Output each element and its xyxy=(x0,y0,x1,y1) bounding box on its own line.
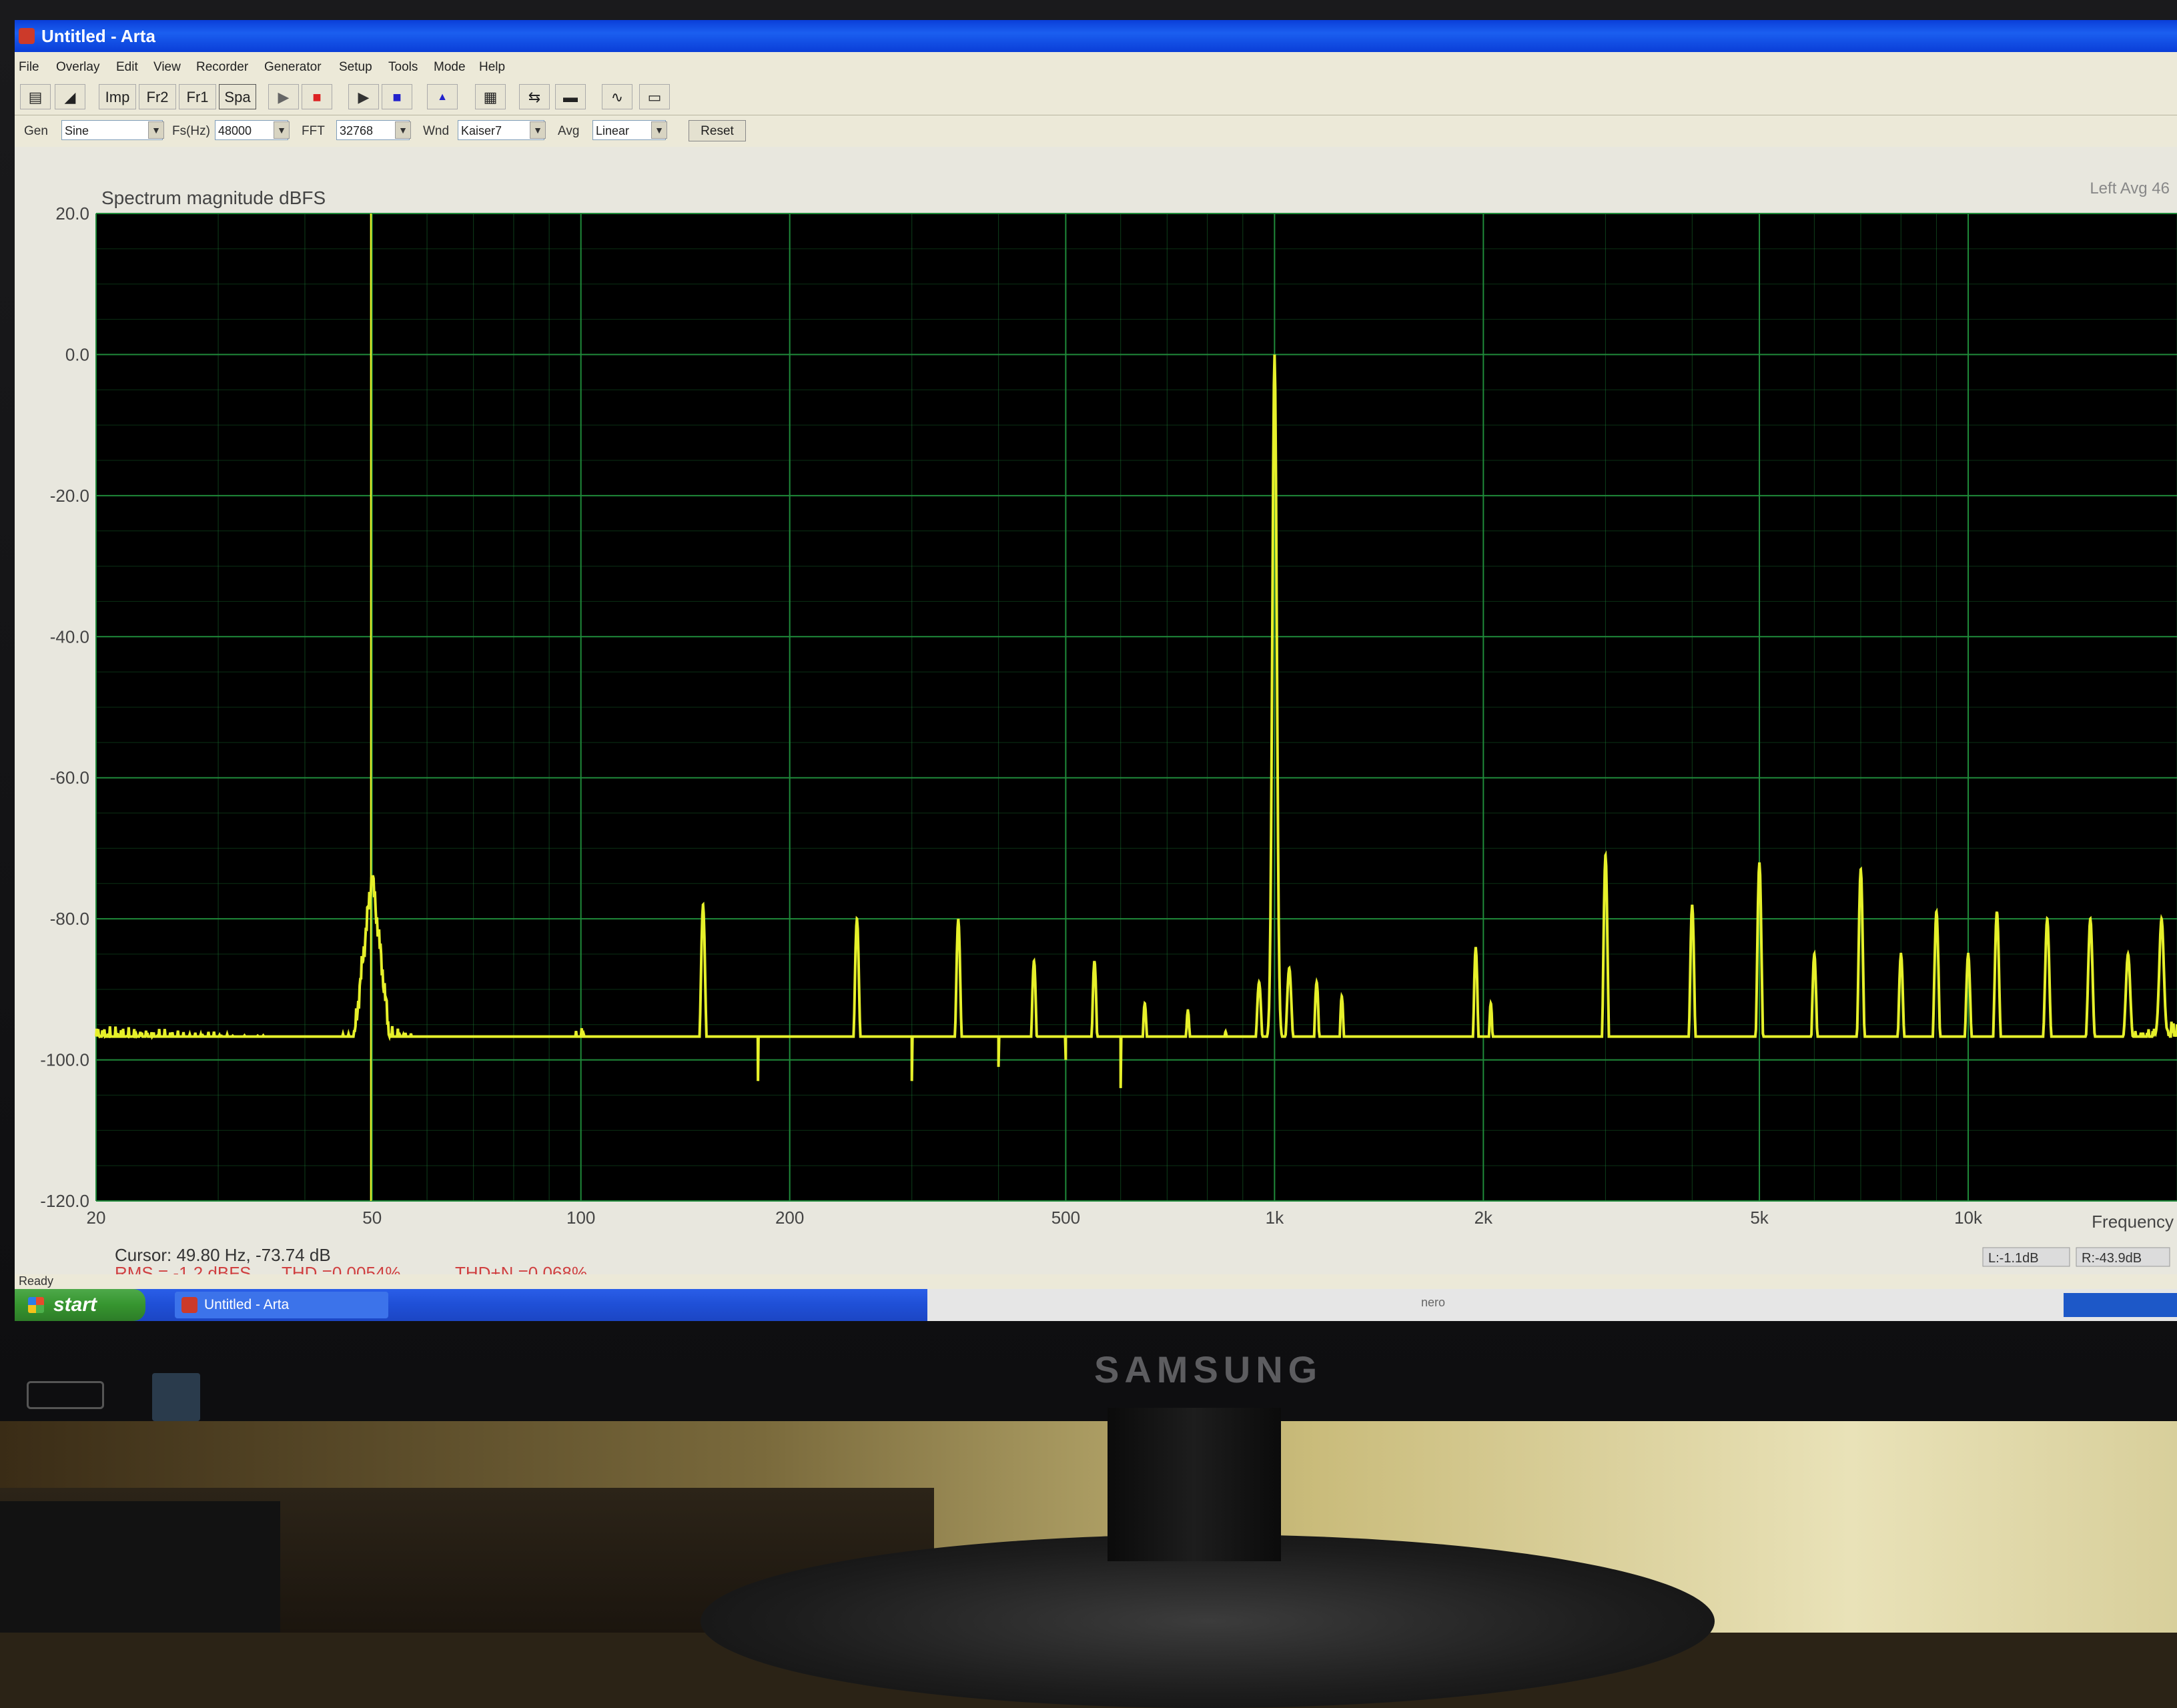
energy-star-icon xyxy=(152,1373,200,1421)
y-tick-label: -80.0 xyxy=(50,909,89,929)
imp-button[interactable]: Imp xyxy=(99,84,136,109)
x-tick-label: 2k xyxy=(1474,1208,1493,1228)
right-level-label: R:-43.9dB xyxy=(2082,1251,2142,1266)
menu-file[interactable]: File xyxy=(19,60,39,75)
thdn-readout: THD+N =0.068% xyxy=(455,1263,587,1274)
x-tick-label: 10k xyxy=(1954,1208,1983,1228)
x-tick-label: 1k xyxy=(1266,1208,1284,1228)
x-axis-label: Frequency xyxy=(2092,1212,2174,1232)
start-button[interactable]: start xyxy=(15,1289,145,1321)
x-tick-label: 100 xyxy=(566,1208,595,1228)
fs-label: Fs(Hz) xyxy=(172,124,210,138)
x-tick-label: 5k xyxy=(1750,1208,1769,1228)
menu-setup[interactable]: Setup xyxy=(339,60,372,75)
menu-tools[interactable]: Tools xyxy=(388,60,418,75)
y-tick-label: 0.0 xyxy=(65,344,89,364)
channel-avg-label: Left Avg 46 xyxy=(2090,179,2170,197)
gen-label: Gen xyxy=(24,124,48,138)
x-tick-label: 500 xyxy=(1051,1208,1080,1228)
stop-icon[interactable]: ■ xyxy=(382,84,412,109)
chevron-down-icon[interactable]: ▼ xyxy=(651,121,667,139)
power-icon[interactable] xyxy=(27,1381,104,1409)
reset-button[interactable]: Reset xyxy=(689,120,746,141)
arta-app-icon xyxy=(19,28,35,44)
y-tick-label: -60.0 xyxy=(50,768,89,788)
spa-button[interactable]: Spa xyxy=(219,84,256,109)
menu-mode[interactable]: Mode xyxy=(434,60,466,75)
scope-icon[interactable]: ∿ xyxy=(602,84,632,109)
spectrum-chart[interactable]: 20 50 100 200 500 1k 2k 5k 10k 20.0 0.0 -20.0 -40.0-… xyxy=(15,147,2177,1274)
spectrum-plot[interactable]: 20 50 100 200 500 1k 2k 5k 10k20.00.0-20.0-40.0-… xyxy=(15,147,2177,1274)
chevron-down-icon[interactable]: ▼ xyxy=(530,121,546,139)
window-title: Untitled - Arta xyxy=(41,26,155,46)
system-tray[interactable] xyxy=(2064,1293,2177,1317)
title-bar[interactable]: Untitled - Arta xyxy=(15,20,2177,52)
save-icon[interactable]: ◢ xyxy=(55,84,85,109)
bar-icon[interactable]: ▬ xyxy=(555,84,586,109)
taskbar-item-label: Untitled - Arta xyxy=(204,1297,290,1312)
avg-label: Avg xyxy=(558,124,580,138)
rms-readout: RMS = -1.2 dBFS xyxy=(115,1263,251,1274)
status-text: Ready xyxy=(19,1274,54,1288)
y-tick-label: -40.0 xyxy=(50,626,89,647)
y-tick-label: -20.0 xyxy=(50,486,89,506)
thd-readout: THD =0.0054% xyxy=(282,1263,400,1274)
menu-edit[interactable]: Edit xyxy=(116,60,138,75)
menu-generator[interactable]: Generator xyxy=(264,60,322,75)
taskbar-item-arta[interactable]: Untitled - Arta xyxy=(175,1292,388,1318)
monitor-brand: SAMSUNG xyxy=(1094,1348,1323,1390)
status-bar: Ready xyxy=(15,1274,2177,1289)
taskbar: start Untitled - Arta nero xyxy=(15,1289,2177,1321)
abc-icon[interactable]: ▲ xyxy=(427,84,458,109)
parameters-bar: Gen Sine ▼ Fs(Hz) 48000 ▼ FFT 32768 ▼ Wn… xyxy=(15,115,2177,145)
fr1-button[interactable]: Fr1 xyxy=(179,84,216,109)
open-icon[interactable]: ▤ xyxy=(20,84,51,109)
x-tick-label: 200 xyxy=(775,1208,804,1228)
taskbar-tray-area: nero xyxy=(927,1289,2177,1321)
left-level-label: L:-1.1dB xyxy=(1988,1251,2039,1266)
nero-tray-label[interactable]: nero xyxy=(1421,1296,1445,1310)
cursor-readout: Cursor: 49.80 Hz, -73.74 dB xyxy=(115,1245,331,1265)
menu-bar: File Overlay Edit View Recorder Generato… xyxy=(15,55,2177,79)
toolbar: ▤ ◢ Imp Fr2 Fr1 Spa ▶ ■ ▶ ■ ▲ ▦ ⇆ ▬ ∿ ▭ xyxy=(15,80,2177,115)
y-tick-label: -100.0 xyxy=(40,1050,89,1070)
start-label: start xyxy=(53,1294,97,1316)
stop-icon[interactable]: ■ xyxy=(302,84,332,109)
menu-recorder[interactable]: Recorder xyxy=(196,60,248,75)
grid-icon[interactable]: ▦ xyxy=(475,84,506,109)
play-icon[interactable]: ▶ xyxy=(348,84,379,109)
wnd-label: Wnd xyxy=(423,124,450,138)
desk-device xyxy=(0,1501,280,1633)
menu-view[interactable]: View xyxy=(153,60,181,75)
play-icon[interactable]: ▶ xyxy=(268,84,299,109)
menu-overlay[interactable]: Overlay xyxy=(56,60,99,75)
chevron-down-icon[interactable]: ▼ xyxy=(148,121,164,139)
chevron-down-icon[interactable]: ▼ xyxy=(395,121,411,139)
arrows-icon[interactable]: ⇆ xyxy=(519,84,550,109)
y-tick-label: -120.0 xyxy=(40,1191,89,1211)
fft-label: FFT xyxy=(302,124,325,138)
menu-help[interactable]: Help xyxy=(479,60,505,75)
chevron-down-icon[interactable]: ▼ xyxy=(274,121,290,139)
rect-icon[interactable]: ▭ xyxy=(639,84,670,109)
chart-title: Spectrum magnitude dBFS xyxy=(101,187,326,208)
y-tick-label: 20.0 xyxy=(55,203,89,224)
screen: Untitled - Arta File Overlay Edit View R… xyxy=(15,20,2177,1321)
windows-logo-icon xyxy=(28,1297,44,1313)
monitor-stand-neck xyxy=(1108,1408,1281,1561)
fr2-button[interactable]: Fr2 xyxy=(139,84,176,109)
x-tick-label: 50 xyxy=(362,1208,382,1228)
arta-app-icon xyxy=(181,1297,197,1313)
